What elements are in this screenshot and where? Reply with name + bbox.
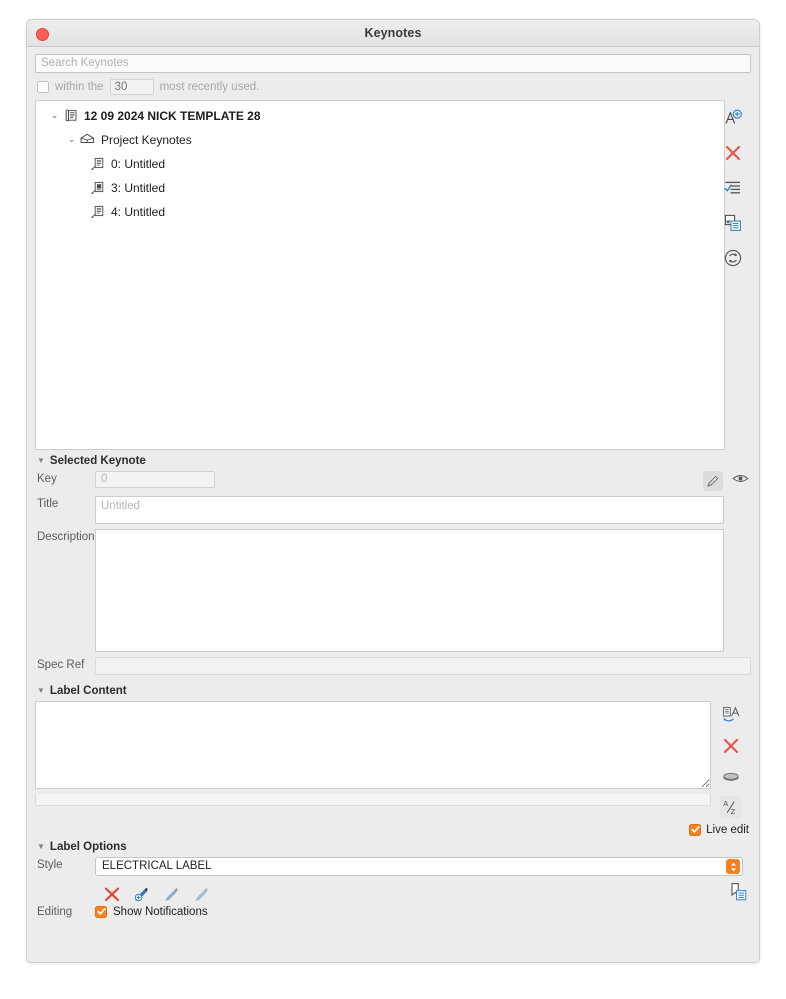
delete-keynote-icon[interactable]: [721, 141, 745, 165]
eyedropper-add-icon[interactable]: [132, 885, 151, 904]
style-edit-icons: [35, 881, 211, 908]
section-title: Selected Keynote: [49, 454, 146, 467]
title-bar: Keynotes: [27, 20, 759, 47]
key-input[interactable]: [95, 470, 215, 488]
search-row: [27, 47, 759, 73]
search-input[interactable]: [35, 53, 751, 73]
tree-row-label: 4: Untitled: [111, 204, 166, 219]
description-input[interactable]: [95, 528, 724, 652]
editing-label: Editing: [37, 905, 73, 918]
tree-row-label: Project Keynotes: [101, 132, 192, 147]
section-title: Label Options: [49, 840, 127, 853]
sort-az-icon[interactable]: A Z: [720, 795, 742, 818]
chevron-down-icon[interactable]: ⌄: [65, 135, 78, 144]
label-content-toolbar: A Z: [711, 701, 751, 818]
svg-text:A: A: [723, 799, 729, 808]
keynote-leader-filled-icon: [88, 180, 107, 196]
live-edit-row: Live edit: [27, 818, 759, 836]
close-button[interactable]: [36, 28, 49, 41]
keynote-leader-icon: [88, 156, 107, 172]
description-label: Description: [37, 530, 95, 543]
stepper-icon[interactable]: [726, 859, 740, 874]
triangle-down-icon[interactable]: ▼: [37, 686, 45, 695]
bookmark-list-icon[interactable]: [727, 881, 751, 908]
duplicate-icon[interactable]: [721, 211, 745, 235]
chevron-down-icon[interactable]: ⌄: [48, 111, 61, 120]
label-content-footer-strip: [35, 793, 711, 806]
keynote-tree[interactable]: ⌄ 12 09 2024 NICK TEMPLATE 28 ⌄ Project …: [35, 99, 725, 450]
eyedropper-match-icon[interactable]: [162, 885, 181, 904]
tree-toolbar: [715, 100, 751, 270]
label-content-input[interactable]: [35, 700, 711, 789]
spec-ref-input[interactable]: [95, 656, 751, 675]
show-notifications-label: Show Notifications: [113, 905, 208, 918]
label-content-section-header[interactable]: ▼ Label Content: [27, 680, 759, 701]
reload-icon[interactable]: [721, 246, 745, 270]
triangle-down-icon[interactable]: ▼: [37, 456, 45, 465]
title-input[interactable]: [95, 495, 724, 524]
mru-prefix-label: within the: [55, 80, 104, 93]
live-edit-label: Live edit: [706, 823, 749, 836]
window-title: Keynotes: [364, 26, 422, 40]
clear-icon[interactable]: [719, 734, 743, 758]
key-row: Key: [27, 470, 759, 491]
keynote-file-icon: [61, 108, 80, 123]
style-row: Style ELECTRICAL LABEL: [27, 856, 759, 876]
spec-ref-row: Spec Ref: [27, 656, 759, 675]
editing-row: Editing Show Notifications: [27, 905, 759, 918]
selected-keynote-section-header[interactable]: ▼ Selected Keynote: [27, 450, 759, 471]
title-row: Title: [27, 495, 759, 524]
keynote-leader-icon: [88, 204, 107, 220]
project-keynotes-house-icon: [78, 132, 97, 147]
show-notifications-checkbox[interactable]: [95, 905, 107, 918]
description-row: Description: [27, 528, 759, 652]
most-recently-used-row: within the most recently used.: [27, 73, 759, 100]
tree-row[interactable]: ⌄ Project Keynotes: [36, 128, 724, 152]
mru-suffix-label: most recently used.: [159, 80, 260, 93]
tree-row-label: 0: Untitled: [111, 156, 166, 171]
tree-row[interactable]: ⌄ 12 09 2024 NICK TEMPLATE 28: [36, 104, 724, 128]
tree-row-label: 3: Untitled: [111, 180, 166, 195]
ellipse-icon[interactable]: [719, 765, 743, 789]
mru-count-input[interactable]: [109, 78, 154, 95]
svg-text:Z: Z: [731, 807, 736, 816]
tree-row[interactable]: 0: Untitled: [36, 152, 724, 176]
label-content-region: A Z: [27, 700, 759, 818]
tree-row[interactable]: 3: Untitled: [36, 176, 724, 200]
text-refresh-icon[interactable]: [719, 703, 743, 727]
key-label: Key: [37, 472, 57, 485]
pencil-icon[interactable]: [703, 470, 723, 491]
keynote-tree-region: ⌄ 12 09 2024 NICK TEMPLATE 28 ⌄ Project …: [35, 99, 751, 450]
window-body: within the most recently used. ⌄: [27, 47, 759, 962]
style-select[interactable]: ELECTRICAL LABEL: [95, 856, 743, 876]
edit-list-icon[interactable]: [721, 176, 745, 200]
keynotes-window: Keynotes within the most recently used. …: [26, 19, 760, 963]
style-value: ELECTRICAL LABEL: [102, 860, 212, 872]
eye-icon[interactable]: [732, 472, 749, 490]
remove-style-icon[interactable]: [103, 885, 121, 903]
label-options-section-header[interactable]: ▼ Label Options: [27, 836, 759, 857]
title-label: Title: [37, 497, 59, 510]
mru-checkbox[interactable]: [37, 80, 49, 93]
add-keynote-icon[interactable]: [721, 106, 745, 130]
keynote-side-actions: [703, 470, 751, 491]
live-edit-checkbox[interactable]: [689, 823, 702, 836]
section-title: Label Content: [49, 684, 127, 697]
tree-row-label: 12 09 2024 NICK TEMPLATE 28: [84, 108, 261, 123]
style-label: Style: [37, 858, 63, 871]
triangle-down-icon[interactable]: ▼: [37, 842, 45, 851]
spec-ref-label: Spec Ref: [37, 658, 85, 671]
style-actions-row: [27, 881, 759, 908]
eyedropper-apply-icon[interactable]: [192, 885, 211, 904]
tree-row[interactable]: 4: Untitled: [36, 200, 724, 224]
